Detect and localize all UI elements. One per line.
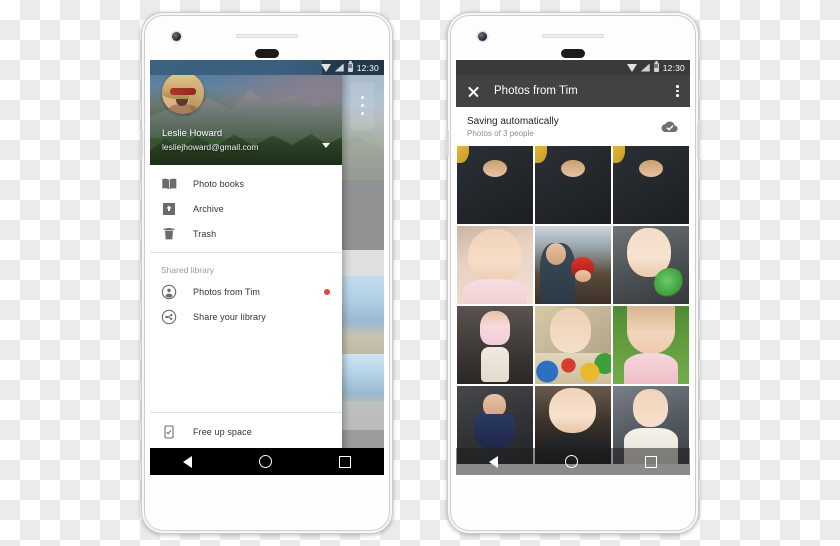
sidebar-item-photos-from-tim[interactable]: Photos from Tim xyxy=(150,279,342,304)
recents-icon[interactable] xyxy=(338,455,351,468)
saving-banner[interactable]: Saving automatically Photos of 3 people xyxy=(456,107,690,146)
proximity-sensor xyxy=(561,49,585,58)
archive-icon xyxy=(161,201,177,217)
earpiece-speaker xyxy=(542,34,604,38)
power-button-right[interactable] xyxy=(697,124,700,158)
android-nav-bar-left xyxy=(150,448,384,475)
trash-icon xyxy=(161,226,177,242)
photo-baby-couch-2[interactable] xyxy=(535,146,611,224)
screen-right: Photos from Tim Saving automatically Pho… xyxy=(456,60,690,475)
drawer-section-header: Shared library xyxy=(161,265,214,275)
photo-baby-face-closeup[interactable] xyxy=(457,226,533,304)
sidebar-item-trash[interactable]: Trash xyxy=(150,221,342,246)
front-camera-icon xyxy=(172,32,181,41)
proximity-sensor xyxy=(255,49,279,58)
sidebar-item-share-your-library[interactable]: Share your library xyxy=(150,304,342,329)
free-up-space-icon xyxy=(161,424,177,440)
battery-icon xyxy=(653,61,659,72)
more-vert-icon[interactable] xyxy=(676,85,679,97)
photo-baby-couch-3[interactable] xyxy=(613,146,689,224)
front-camera-icon xyxy=(478,32,487,41)
photo-baby-standing[interactable] xyxy=(457,306,533,384)
sidebar-item-label: Photos from Tim xyxy=(193,286,261,297)
sidebar-item-label: Share your library xyxy=(193,311,266,322)
volume-button-right[interactable] xyxy=(446,130,449,156)
recents-icon[interactable] xyxy=(644,455,657,468)
photo-baby-in-carseat[interactable] xyxy=(613,226,689,304)
photo-baby-on-grass[interactable] xyxy=(613,306,689,384)
drawer-header: Leslie Howard lesliejhoward@gmail.com xyxy=(150,60,342,165)
page-title: Photos from Tim xyxy=(494,85,578,97)
share-icon xyxy=(161,309,177,325)
saving-title: Saving automatically xyxy=(467,115,559,127)
photo-book-icon xyxy=(161,176,177,192)
home-icon[interactable] xyxy=(258,455,272,468)
photo-dad-and-baby-red-hat[interactable] xyxy=(535,226,611,304)
account-email: lesliejhoward@gmail.com xyxy=(162,142,259,152)
status-badge xyxy=(324,288,330,295)
signal-icon xyxy=(640,63,650,72)
sidebar-item-archive[interactable]: Archive xyxy=(150,196,342,221)
avatar[interactable] xyxy=(162,72,204,114)
earpiece-speaker xyxy=(236,34,298,38)
sidebar-item-label: Free up space xyxy=(193,426,252,437)
chevron-down-icon[interactable] xyxy=(322,143,330,148)
clock: 12:30 xyxy=(356,62,379,73)
screen-left: 👥 sharing Leslie Howard lesliejhoward@gm… xyxy=(150,60,384,475)
status-bar-right: 12:30 xyxy=(456,60,690,75)
photo-grid xyxy=(456,146,690,475)
account-name: Leslie Howard xyxy=(162,128,223,139)
volume-button-left[interactable] xyxy=(140,130,143,156)
drawer-section-library: Photo books Archive Trash xyxy=(150,165,342,252)
person-icon xyxy=(161,284,177,300)
app-bar: Photos from Tim xyxy=(456,75,690,107)
sidebar-item-label: Trash xyxy=(193,228,217,239)
sidebar-item-label: Archive xyxy=(193,203,224,214)
close-icon[interactable] xyxy=(467,85,480,98)
back-icon[interactable] xyxy=(489,455,499,468)
android-nav-bar-right xyxy=(456,448,690,475)
clock: 12:30 xyxy=(662,62,685,73)
home-icon[interactable] xyxy=(564,455,578,468)
wifi-icon xyxy=(626,63,637,72)
drawer-section-shared-library: Shared library Photos from Tim Share you… xyxy=(150,252,342,335)
sidebar-item-free-up-space[interactable]: Free up space xyxy=(150,419,342,444)
cloud-done-icon xyxy=(660,120,679,134)
saving-subtitle: Photos of 3 people xyxy=(467,128,534,138)
navigation-drawer: Leslie Howard lesliejhoward@gmail.com Ph… xyxy=(150,60,342,475)
photo-baby-on-playmat[interactable] xyxy=(535,306,611,384)
sidebar-item-label: Photo books xyxy=(193,178,245,189)
drawer-menu: Photo books Archive Trash Shared library… xyxy=(150,165,342,475)
wifi-icon xyxy=(320,63,331,72)
back-icon[interactable] xyxy=(183,455,193,468)
status-bar-left: 12:30 xyxy=(150,60,384,75)
battery-icon xyxy=(347,61,353,72)
photo-baby-couch-1[interactable] xyxy=(457,146,533,224)
sidebar-item-photo-books[interactable]: Photo books xyxy=(150,171,342,196)
red-hat-detail xyxy=(571,257,595,283)
avatar-sunglasses xyxy=(170,88,196,95)
